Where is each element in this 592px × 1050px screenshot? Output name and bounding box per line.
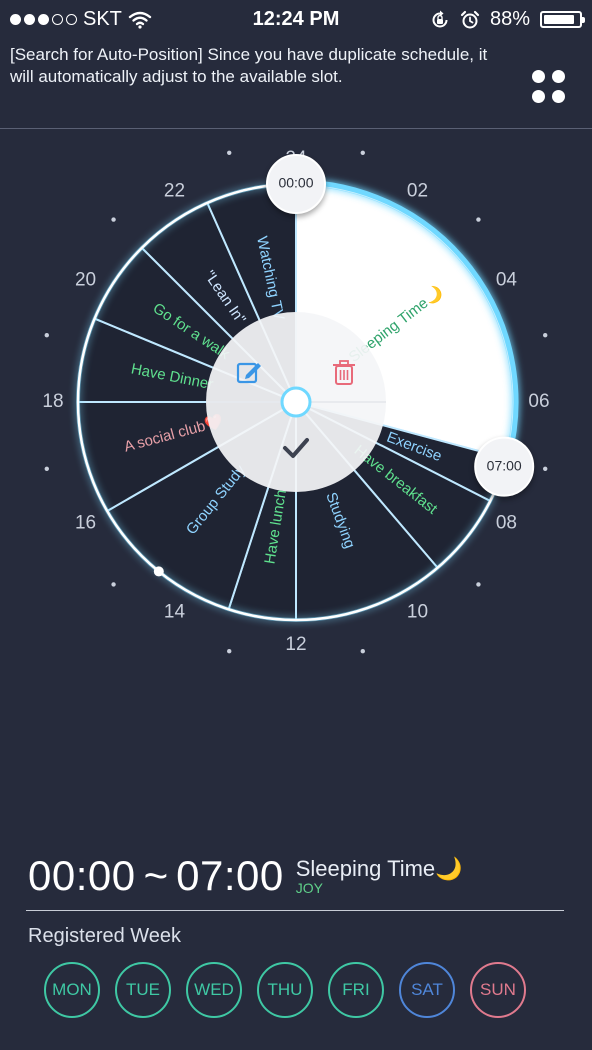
- auto-position-notice: [Search for Auto-Position] Since you hav…: [10, 45, 488, 86]
- hour-label: 06: [528, 391, 549, 412]
- registered-week-label: Registered Week: [28, 925, 182, 947]
- hour-tick: [476, 582, 481, 587]
- battery-percent: 88%: [489, 8, 530, 30]
- day-fri-button[interactable]: FRI: [328, 962, 384, 1018]
- header-divider: [0, 128, 592, 129]
- grid-menu-button[interactable]: [532, 70, 568, 106]
- hour-tick: [543, 466, 548, 471]
- grid-menu-icon-dot: [532, 90, 545, 103]
- hour-label: 16: [75, 513, 96, 534]
- selected-schedule-info: Sleeping Time🌙 JOY: [296, 856, 463, 896]
- battery-icon: [540, 11, 585, 28]
- hour-label: 08: [496, 513, 517, 534]
- hour-tick: [44, 466, 49, 471]
- hour-label: 14: [164, 601, 186, 622]
- day-sat-button[interactable]: SAT: [399, 962, 455, 1018]
- end-time-handle-label: 07:00: [487, 457, 522, 473]
- selected-schedule-title: Sleeping Time: [295, 856, 436, 881]
- hour-tick: [360, 649, 365, 654]
- selected-schedule-title-row: Sleeping Time🌙: [296, 856, 463, 882]
- hour-tick: [476, 217, 481, 222]
- hour-tick: [227, 649, 232, 654]
- day-sun-button[interactable]: SUN: [470, 962, 526, 1018]
- hour-label: 22: [164, 181, 185, 202]
- selected-range: 00:00 ~ 07:00 Sleeping Time🌙 JOY: [28, 852, 463, 900]
- ring-knob[interactable]: [153, 566, 164, 577]
- hour-tick: [227, 150, 232, 155]
- center-pin: [280, 386, 312, 418]
- hour-label: 10: [407, 601, 428, 622]
- grid-menu-icon-dot: [552, 70, 565, 83]
- range-divider: [26, 910, 564, 911]
- start-time-handle-label: 00:00: [278, 175, 313, 191]
- range-start-time: 00:00: [28, 852, 136, 899]
- range-end-time: 07:00: [176, 852, 284, 899]
- schedule-clock[interactable]: Sleeping Time🌙ExerciseHave breakfastStud…: [0, 130, 592, 690]
- hour-label: 12: [285, 634, 306, 655]
- day-tue-button[interactable]: TUE: [115, 962, 171, 1018]
- range-separator: ~: [143, 852, 169, 899]
- weekday-selector: MON TUE WED THU FRI SAT SUN: [44, 962, 526, 1018]
- hour-label: 04: [496, 270, 518, 291]
- hour-label: 18: [42, 391, 63, 412]
- hour-tick: [543, 333, 548, 338]
- day-mon-button[interactable]: MON: [44, 962, 100, 1018]
- hour-tick: [360, 150, 365, 155]
- battery-fill: [544, 15, 574, 24]
- moon-emoji: 🌙: [435, 856, 463, 881]
- hour-tick: [44, 333, 49, 338]
- alarm-icon: [460, 10, 480, 28]
- grid-menu-icon-dot: [552, 90, 565, 103]
- day-thu-button[interactable]: THU: [257, 962, 313, 1018]
- rotation-lock-icon: [432, 10, 448, 27]
- hour-label: 20: [75, 270, 96, 291]
- hour-tick: [111, 582, 116, 587]
- selected-schedule-category: JOY: [295, 880, 323, 896]
- hour-tick: [111, 217, 116, 222]
- hour-label: 02: [407, 181, 428, 202]
- status-indicators: 88%: [430, 8, 585, 31]
- status-bar: SKT 12:24 PM 88%: [0, 0, 592, 40]
- day-wed-button[interactable]: WED: [186, 962, 242, 1018]
- grid-menu-icon: [532, 70, 545, 83]
